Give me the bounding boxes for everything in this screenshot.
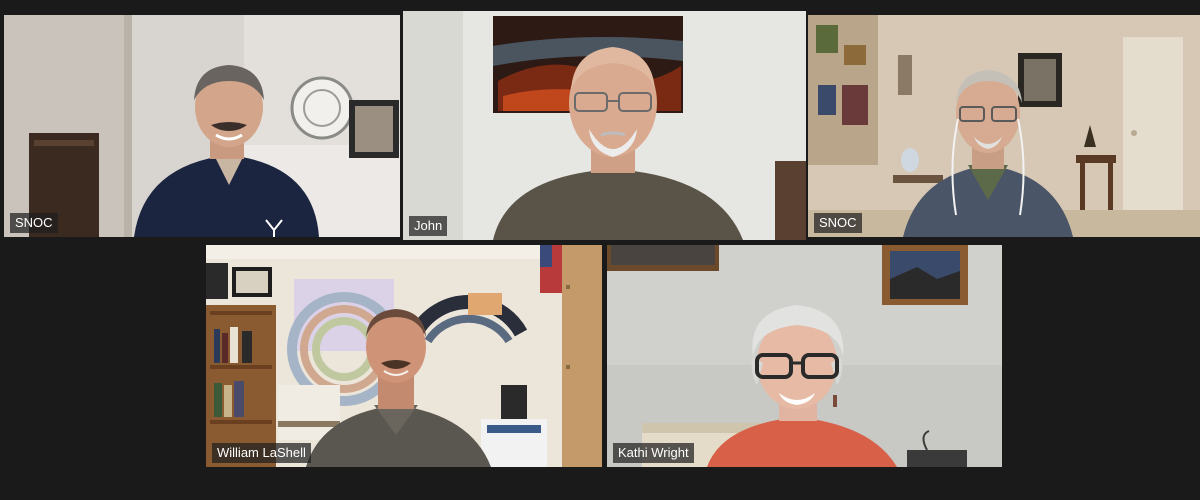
participant-name-label: John [409, 216, 448, 236]
video-tile-participant-3[interactable]: SNOC [808, 15, 1200, 237]
participant-video-feed [403, 11, 806, 240]
video-tile-participant-4[interactable]: William LaShell [206, 245, 602, 467]
video-tile-participant-2-active-speaker[interactable]: John [403, 11, 806, 240]
participant-video-feed [607, 245, 1002, 467]
participant-video-feed [4, 15, 400, 237]
participant-name-label: William LaShell [212, 443, 311, 463]
participant-name-label: SNOC [814, 213, 862, 233]
video-tile-participant-5[interactable]: Kathi Wright [607, 245, 1002, 467]
video-tile-participant-1[interactable]: SNOC [4, 15, 400, 237]
participant-video-feed [206, 245, 602, 467]
participant-name-label: Kathi Wright [613, 443, 694, 463]
participant-video-feed [808, 15, 1200, 237]
participant-name-label: SNOC [10, 213, 58, 233]
